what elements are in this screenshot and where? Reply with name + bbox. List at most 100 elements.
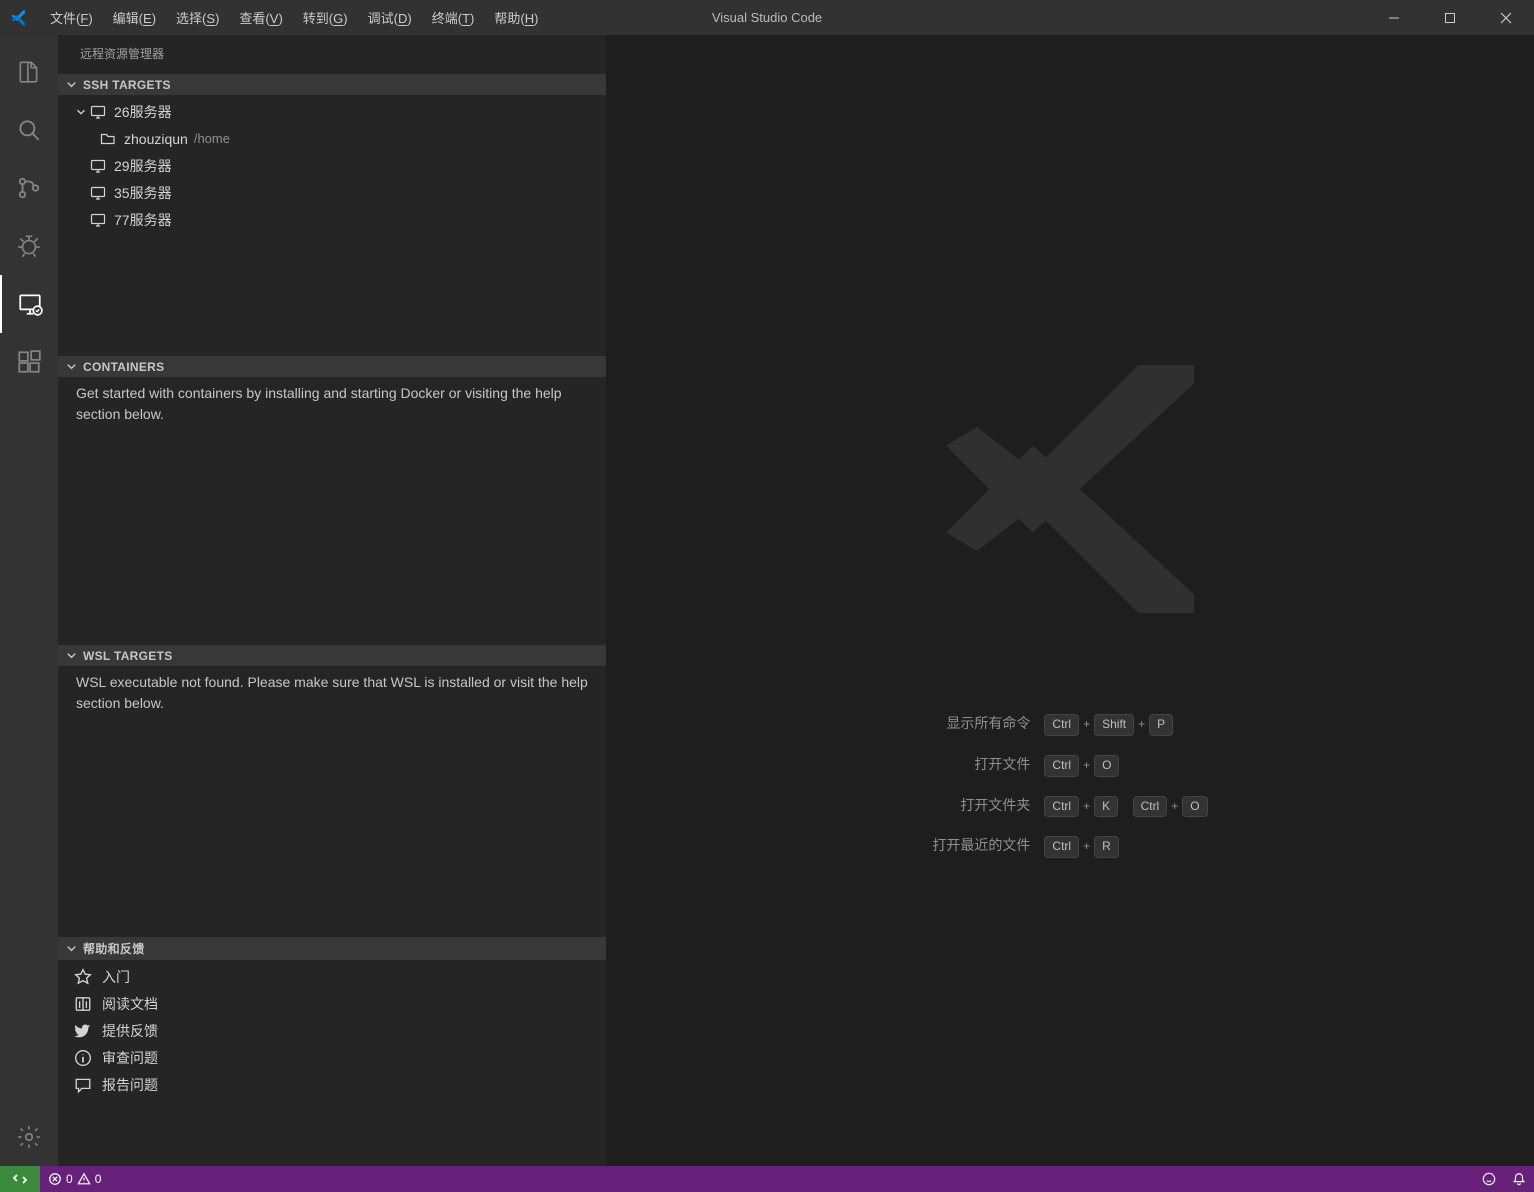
help-item-label: 阅读文档 (102, 994, 158, 1014)
shortcut-keys: Ctrl+K Ctrl+O (1044, 786, 1207, 827)
shortcut-label: 打开最近的文件 (932, 826, 1044, 867)
shortcut-keys: Ctrl+O (1044, 745, 1207, 786)
vm-icon (90, 185, 106, 201)
status-feedback-button[interactable] (1474, 1166, 1504, 1192)
shortcut-list: 显示所有命令 Ctrl+Shift+P 打开文件 Ctrl+O 打开文件夹 Ct… (932, 704, 1207, 866)
shortcut-row: 打开最近的文件 Ctrl+R (932, 826, 1207, 867)
menu-terminal[interactable]: 终端(T) (422, 2, 485, 33)
shortcut-label: 打开文件 (932, 745, 1044, 786)
kbd: P (1149, 714, 1173, 736)
panel-header-wsl-targets[interactable]: WSL TARGETS (58, 645, 606, 666)
kbd: Ctrl (1133, 796, 1168, 818)
activity-search[interactable] (0, 101, 58, 159)
panel-title: 帮助和反馈 (83, 940, 145, 957)
shortcut-row: 打开文件夹 Ctrl+K Ctrl+O (932, 786, 1207, 827)
panel-title: WSL TARGETS (83, 649, 173, 663)
activity-settings[interactable] (0, 1108, 58, 1166)
status-warning-count: 0 (95, 1172, 102, 1186)
folder-icon (100, 131, 116, 147)
ssh-host-item[interactable]: 35服务器 (58, 179, 606, 206)
vm-icon (90, 158, 106, 174)
kbd: Ctrl (1044, 755, 1079, 777)
warning-icon (77, 1172, 91, 1186)
sidebar: 远程资源管理器 SSH TARGETS 26服务器 zhouziqun /hom… (58, 35, 606, 1166)
ssh-host-label: 29服务器 (114, 156, 172, 176)
menu-help[interactable]: 帮助(H) (484, 2, 548, 33)
vscode-watermark-icon (915, 334, 1225, 644)
close-button[interactable] (1478, 0, 1534, 35)
help-item-report-issue[interactable]: 报告问题 (58, 1071, 606, 1098)
ssh-host-label: 35服务器 (114, 183, 172, 203)
maximize-button[interactable] (1422, 0, 1478, 35)
kbd: O (1182, 796, 1207, 818)
minimize-button[interactable] (1366, 0, 1422, 35)
help-item-get-started[interactable]: 入门 (58, 963, 606, 990)
panel-title: SSH TARGETS (83, 78, 171, 92)
kbd: Shift (1094, 714, 1134, 736)
shortcut-row: 显示所有命令 Ctrl+Shift+P (932, 704, 1207, 745)
bell-icon (1512, 1172, 1526, 1186)
status-bar: 0 0 (0, 1166, 1534, 1192)
menu-go[interactable]: 转到(G) (293, 2, 358, 33)
activity-debug[interactable] (0, 217, 58, 275)
shortcut-row: 打开文件 Ctrl+O (932, 745, 1207, 786)
containers-body: Get started with containers by installin… (58, 377, 606, 645)
shortcut-label: 显示所有命令 (932, 704, 1044, 745)
menu-bar: 文件(F) 编辑(E) 选择(S) 查看(V) 转到(G) 调试(D) 终端(T… (40, 2, 548, 33)
vm-icon (90, 212, 106, 228)
ssh-host-label: 26服务器 (114, 102, 172, 122)
help-body: 入门 阅读文档 提供反馈 审查问题 报告问题 (58, 960, 606, 1101)
book-icon (74, 995, 92, 1013)
ssh-folder-item[interactable]: zhouziqun /home (58, 125, 606, 152)
ssh-folder-path: /home (194, 131, 230, 146)
containers-message: Get started with containers by installin… (76, 385, 562, 422)
wsl-message: WSL executable not found. Please make su… (76, 674, 588, 711)
shortcut-keys: Ctrl+Shift+P (1044, 704, 1207, 745)
panel-header-help[interactable]: 帮助和反馈 (58, 937, 606, 960)
vscode-logo-icon (10, 9, 28, 27)
status-remote-button[interactable] (0, 1166, 40, 1192)
kbd: Ctrl (1044, 796, 1079, 818)
shortcut-label: 打开文件夹 (932, 786, 1044, 827)
ssh-host-item[interactable]: 26服务器 (58, 98, 606, 125)
menu-file[interactable]: 文件(F) (40, 2, 103, 33)
star-icon (74, 968, 92, 986)
activity-extensions[interactable] (0, 333, 58, 391)
menu-view[interactable]: 查看(V) (229, 2, 292, 33)
window-title: Visual Studio Code (712, 10, 822, 25)
status-error-count: 0 (66, 1172, 73, 1186)
kbd: O (1094, 755, 1119, 777)
activity-bar (0, 35, 58, 1166)
error-icon (48, 1172, 62, 1186)
ssh-host-item[interactable]: 77服务器 (58, 206, 606, 233)
ssh-folder-label: zhouziqun (124, 131, 188, 147)
ssh-host-item[interactable]: 29服务器 (58, 152, 606, 179)
ssh-host-label: 77服务器 (114, 210, 172, 230)
menu-selection[interactable]: 选择(S) (166, 2, 229, 33)
wsl-body: WSL executable not found. Please make su… (58, 666, 606, 937)
kbd: K (1094, 796, 1118, 818)
editor-area: 显示所有命令 Ctrl+Shift+P 打开文件 Ctrl+O 打开文件夹 Ct… (606, 35, 1534, 1166)
panel-header-ssh-targets[interactable]: SSH TARGETS (58, 74, 606, 95)
activity-explorer[interactable] (0, 43, 58, 101)
ssh-targets-body: 26服务器 zhouziqun /home 29服务器 35服务器 77服务器 (58, 95, 606, 356)
shortcut-keys: Ctrl+R (1044, 826, 1207, 867)
help-item-read-docs[interactable]: 阅读文档 (58, 990, 606, 1017)
chevron-down-icon (64, 359, 79, 374)
menu-debug[interactable]: 调试(D) (358, 2, 422, 33)
activity-source-control[interactable] (0, 159, 58, 217)
vm-icon (90, 104, 106, 120)
chevron-down-icon (64, 77, 79, 92)
kbd: Ctrl (1044, 836, 1079, 858)
chevron-down-icon (74, 105, 88, 119)
status-problems[interactable]: 0 0 (40, 1166, 109, 1192)
help-item-label: 报告问题 (102, 1075, 158, 1095)
activity-remote-explorer[interactable] (0, 275, 58, 333)
window-controls (1366, 0, 1534, 35)
status-notifications-button[interactable] (1504, 1166, 1534, 1192)
help-item-give-feedback[interactable]: 提供反馈 (58, 1017, 606, 1044)
help-item-label: 审查问题 (102, 1048, 158, 1068)
help-item-review-issues[interactable]: 审查问题 (58, 1044, 606, 1071)
panel-header-containers[interactable]: CONTAINERS (58, 356, 606, 377)
menu-edit[interactable]: 编辑(E) (103, 2, 166, 33)
